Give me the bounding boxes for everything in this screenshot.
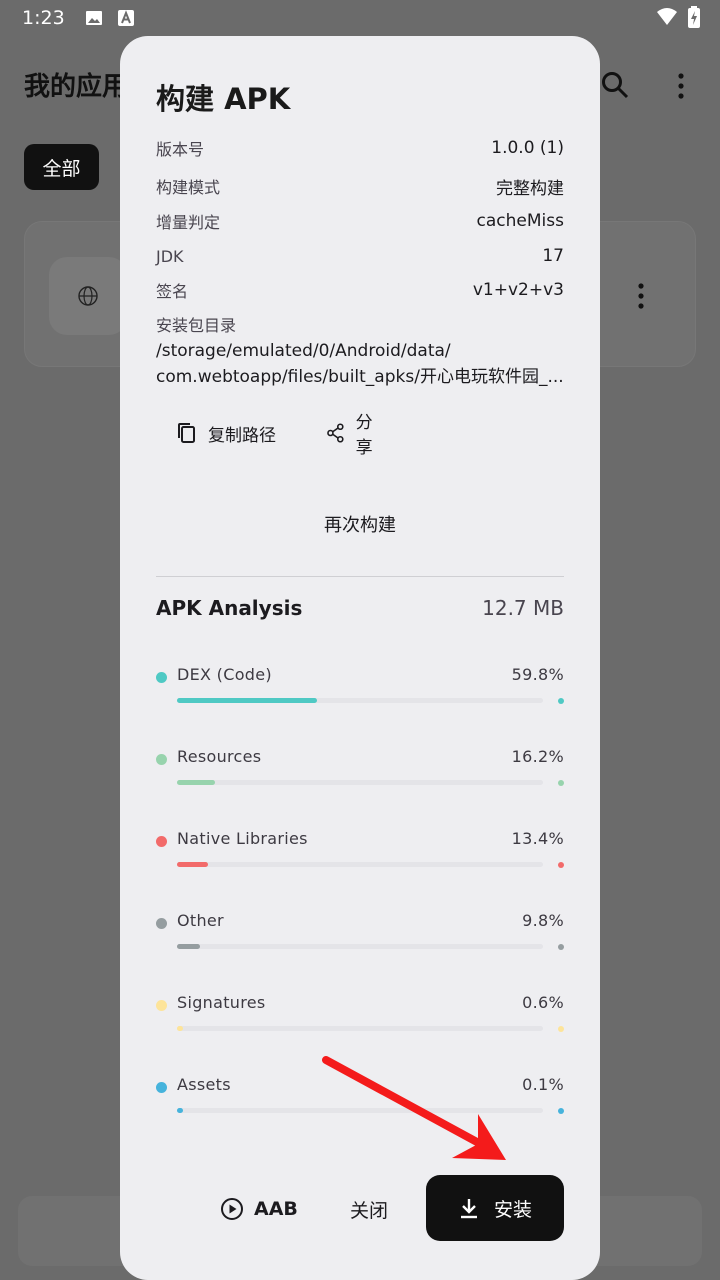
wifi-icon — [657, 8, 677, 25]
progress-track — [177, 780, 543, 785]
app-card-icon — [49, 257, 127, 335]
close-button[interactable]: 关闭 — [350, 1186, 388, 1232]
dialog-title: 构建 APK — [156, 82, 291, 116]
analysis-row: Native Libraries 13.4% — [156, 826, 564, 886]
share-button[interactable]: 分享 — [306, 406, 406, 460]
aab-label: AAB — [254, 1198, 298, 1220]
info-value: 17 — [542, 246, 564, 266]
battery-icon — [688, 6, 700, 28]
progress-fill — [177, 1108, 183, 1113]
legend-dot — [156, 754, 167, 765]
copy-path-button[interactable]: 复制路径 — [156, 406, 296, 460]
progress-track — [177, 862, 543, 867]
divider — [156, 576, 564, 577]
share-icon — [327, 423, 344, 443]
analysis-row: DEX (Code) 59.8% — [156, 662, 564, 722]
info-value: 1.0.0 (1) — [491, 138, 564, 158]
info-value: cacheMiss — [476, 211, 564, 231]
aab-button[interactable]: AAB — [220, 1186, 298, 1232]
install-button[interactable]: 安装 — [426, 1175, 564, 1241]
analysis-name: Assets — [177, 1075, 231, 1094]
filter-chip-all[interactable]: 全部 — [24, 144, 99, 190]
path-value: /storage/emulated/0/Android/data/ com.we… — [156, 338, 566, 390]
build-apk-dialog: 构建 APK 版本号 1.0.0 (1) 构建模式 完整构建 增量判定 cach… — [120, 36, 600, 1280]
download-icon — [460, 1199, 477, 1219]
analysis-percent: 13.4% — [511, 829, 564, 848]
analysis-percent: 59.8% — [511, 665, 564, 684]
path-label: 安装包目录 — [156, 316, 237, 335]
analysis-name: Other — [177, 911, 224, 930]
analysis-name: Resources — [177, 747, 262, 766]
progress-end-dot — [558, 1108, 564, 1114]
legend-dot — [156, 918, 167, 929]
analysis-name: Native Libraries — [177, 829, 308, 848]
analysis-title: APK Analysis — [156, 596, 303, 620]
info-row-build-mode: 构建模式 完整构建 — [156, 171, 564, 201]
info-label: 构建模式 — [156, 178, 221, 197]
rebuild-button[interactable]: 再次构建 — [156, 496, 564, 552]
analysis-percent: 9.8% — [522, 911, 564, 930]
legend-dot — [156, 672, 167, 683]
font-icon — [117, 10, 134, 26]
progress-fill — [177, 944, 200, 949]
progress-end-dot — [558, 1026, 564, 1032]
progress-end-dot — [558, 780, 564, 786]
status-bar: 1:23 — [0, 0, 720, 36]
analysis-row: Resources 16.2% — [156, 744, 564, 804]
copy-path-label: 复制路径 — [208, 425, 276, 446]
info-row-signature: 签名 v1+v2+v3 — [156, 275, 564, 305]
legend-dot — [156, 1000, 167, 1011]
image-icon — [85, 11, 102, 25]
analysis-percent: 16.2% — [511, 747, 564, 766]
analysis-name: Signatures — [177, 993, 266, 1012]
progress-fill — [177, 780, 215, 785]
info-value: v1+v2+v3 — [472, 280, 564, 300]
share-label: 分享 — [355, 413, 373, 458]
info-row-version: 版本号 1.0.0 (1) — [156, 133, 564, 163]
analysis-row: Signatures 0.6% — [156, 990, 564, 1050]
progress-end-dot — [558, 862, 564, 868]
info-row-incremental: 增量判定 cacheMiss — [156, 206, 564, 236]
info-label: 增量判定 — [156, 213, 221, 232]
path-line: com.webtoapp/files/built_apks/开心电玩软件园_..… — [156, 367, 564, 387]
info-label: 签名 — [156, 282, 189, 301]
progress-track — [177, 698, 543, 703]
path-line: /storage/emulated/0/Android/data/ — [156, 341, 451, 361]
info-value: 完整构建 — [496, 178, 564, 199]
more-vert-icon[interactable] — [670, 72, 692, 100]
analysis-name: DEX (Code) — [177, 665, 272, 684]
legend-dot — [156, 1082, 167, 1093]
install-label: 安装 — [493, 1198, 532, 1221]
progress-track — [177, 944, 543, 949]
progress-track — [177, 1108, 543, 1113]
analysis-row: Assets 0.1% — [156, 1072, 564, 1132]
card-more-icon[interactable] — [637, 282, 645, 310]
copy-icon — [178, 423, 195, 443]
analysis-percent: 0.1% — [522, 1075, 564, 1094]
analysis-size: 12.7 MB — [482, 596, 564, 620]
legend-dot — [156, 836, 167, 847]
info-label: 版本号 — [156, 140, 205, 159]
search-icon[interactable] — [600, 70, 630, 100]
play-circle-icon — [221, 1198, 243, 1220]
info-label: JDK — [156, 246, 184, 266]
progress-track — [177, 1026, 543, 1031]
progress-end-dot — [558, 944, 564, 950]
progress-fill — [177, 698, 318, 703]
progress-fill — [177, 862, 209, 867]
progress-end-dot — [558, 698, 564, 704]
app-title: 我的应用 — [24, 72, 129, 102]
globe-icon — [78, 286, 98, 306]
progress-fill — [177, 1026, 183, 1031]
info-row-jdk: JDK 17 — [156, 241, 564, 271]
analysis-row: Other 9.8% — [156, 908, 564, 968]
analysis-percent: 0.6% — [522, 993, 564, 1012]
status-time: 1:23 — [22, 7, 65, 29]
